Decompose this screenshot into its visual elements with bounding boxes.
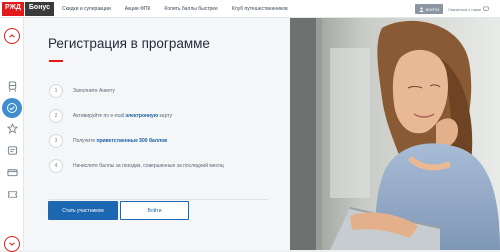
nav-item-earn-faster[interactable]: Копить баллы быстрее bbox=[164, 6, 217, 12]
check-circle-icon bbox=[7, 103, 17, 113]
user-icon bbox=[419, 6, 424, 12]
contact-link[interactable]: Связаться с нами bbox=[448, 4, 489, 14]
step-number: 4 bbox=[49, 158, 63, 173]
list-item: 4 Начислите баллы за поездки, совершенны… bbox=[49, 153, 269, 178]
registration-panel: Регистрация в программе 1 Заполните Анке… bbox=[24, 18, 290, 250]
main-nav: Скидки и суперакции Акции ФПК Копить бал… bbox=[62, 0, 288, 18]
login-button[interactable]: ВОЙТИ bbox=[415, 4, 443, 14]
sidebar-item-registration[interactable] bbox=[2, 98, 22, 118]
train-icon bbox=[8, 80, 16, 92]
ticket-icon bbox=[7, 190, 17, 198]
brand-logo-rzd: РЖД bbox=[2, 2, 24, 16]
step-text: Активируйте по e-mail электронную карту bbox=[73, 112, 173, 119]
contact-label: Связаться с нами bbox=[448, 6, 481, 12]
sidebar-item-cards[interactable] bbox=[4, 164, 20, 180]
list-item: 3 Получите приветственные 500 баллов bbox=[49, 128, 269, 153]
step-text: Заполните Анкету bbox=[73, 87, 115, 94]
list-item: 2 Активируйте по e-mail электронную карт… bbox=[49, 103, 269, 128]
step-number: 3 bbox=[49, 133, 63, 148]
list-item: 1 Заполните Анкету bbox=[49, 78, 269, 103]
login-secondary-button[interactable]: Войти bbox=[120, 201, 189, 220]
step-text: Получите приветственные 500 баллов bbox=[73, 137, 168, 144]
sidebar-item-trains[interactable] bbox=[4, 78, 20, 94]
become-member-button[interactable]: Стать участником bbox=[48, 201, 118, 220]
sidebar bbox=[0, 18, 24, 252]
step-number: 1 bbox=[49, 83, 63, 98]
chevron-down-icon bbox=[9, 242, 15, 246]
step-number: 2 bbox=[49, 108, 63, 123]
step-text: Начислите баллы за поездки, совершенные … bbox=[73, 162, 224, 169]
chat-icon bbox=[483, 6, 489, 12]
brand-logo-bonus: Бонус bbox=[24, 2, 55, 16]
electronic-card-link[interactable]: электронную bbox=[125, 113, 158, 119]
star-icon bbox=[6, 122, 18, 133]
nav-item-fpk-promos[interactable]: Акции ФПК bbox=[125, 6, 151, 12]
nav-item-discounts[interactable]: Скидки и суперакции bbox=[62, 6, 111, 12]
nav-item-travelers-club[interactable]: Клуб путешественников bbox=[232, 6, 288, 12]
sidebar-item-favorites[interactable] bbox=[4, 120, 20, 136]
page-title: Регистрация в программе bbox=[48, 36, 210, 51]
sidebar-toggle-button[interactable] bbox=[4, 28, 20, 44]
top-bar: РЖД Бонус Скидки и суперакции Акции ФПК … bbox=[0, 0, 500, 18]
card-icon bbox=[6, 168, 18, 176]
brand-logo[interactable]: РЖД Бонус bbox=[2, 2, 55, 16]
title-accent-line bbox=[49, 60, 63, 62]
message-icon bbox=[7, 145, 17, 155]
sidebar-item-tickets[interactable] bbox=[4, 186, 20, 202]
chevron-up-icon bbox=[9, 34, 15, 38]
woman-with-laptop-image bbox=[290, 18, 500, 250]
welcome-points-link[interactable]: приветственные 500 баллов bbox=[96, 138, 167, 144]
login-label: ВОЙТИ bbox=[425, 6, 440, 12]
steps-list: 1 Заполните Анкету 2 Активируйте по e-ma… bbox=[49, 78, 269, 178]
divider bbox=[49, 199, 269, 200]
hero-photo bbox=[290, 18, 500, 250]
sidebar-item-messages[interactable] bbox=[4, 142, 20, 158]
